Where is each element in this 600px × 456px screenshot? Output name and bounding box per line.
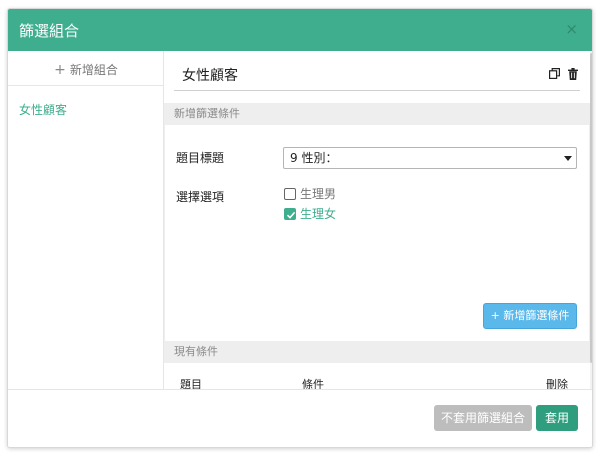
existing-conditions-section-title: 現有條件 — [164, 341, 590, 363]
chevron-down-icon — [564, 156, 572, 161]
group-name-field[interactable]: 女性顧客 — [174, 67, 580, 91]
group-editor: 女性顧客 新增篩選條件 題目標題 9 性別： 選擇選項 生理男 生理女 + 新增… — [164, 51, 590, 391]
modal-title: 篩選組合 — [19, 22, 80, 40]
sidebar-item-female-customers[interactable]: 女性顧客 — [19, 101, 67, 118]
add-group-label: 新增組合 — [69, 63, 118, 77]
close-icon[interactable]: × — [565, 21, 578, 37]
options-label: 選擇選項 — [176, 190, 225, 204]
question-select-value: 9 性別： — [290, 151, 338, 165]
scrollbar-thumb[interactable] — [590, 53, 592, 363]
scrollbar[interactable] — [590, 51, 592, 389]
filter-combination-modal: 篩選組合 × + 新增組合 女性顧客 女性顧客 新增篩選條件 題目標題 9 性別： — [7, 8, 593, 448]
new-condition-panel: 題目標題 9 性別： 選擇選項 生理男 生理女 + 新增篩選條件 — [164, 125, 590, 341]
plus-icon: + — [54, 62, 66, 78]
new-condition-section-title: 新增篩選條件 — [164, 103, 590, 125]
trash-icon[interactable] — [568, 68, 578, 80]
add-condition-button[interactable]: + 新增篩選條件 — [483, 303, 577, 329]
checkbox-icon[interactable] — [284, 188, 296, 200]
copy-icon[interactable] — [549, 68, 560, 79]
option-label: 生理女 — [300, 207, 337, 221]
sidebar-divider — [8, 85, 164, 86]
group-sidebar: + 新增組合 女性顧客 — [8, 51, 164, 389]
add-group-button[interactable]: + 新增組合 — [8, 59, 164, 85]
modal-header: 篩選組合 × — [8, 9, 592, 51]
question-select[interactable]: 9 性別： — [283, 147, 577, 169]
apply-button[interactable]: 套用 — [536, 405, 578, 431]
modal-footer: 不套用篩選組合 套用 — [8, 389, 592, 447]
question-title-label: 題目標題 — [176, 151, 225, 165]
disable-filter-button[interactable]: 不套用篩選組合 — [434, 405, 532, 431]
option-label: 生理男 — [300, 187, 337, 201]
checkbox-checked-icon[interactable] — [284, 208, 296, 220]
